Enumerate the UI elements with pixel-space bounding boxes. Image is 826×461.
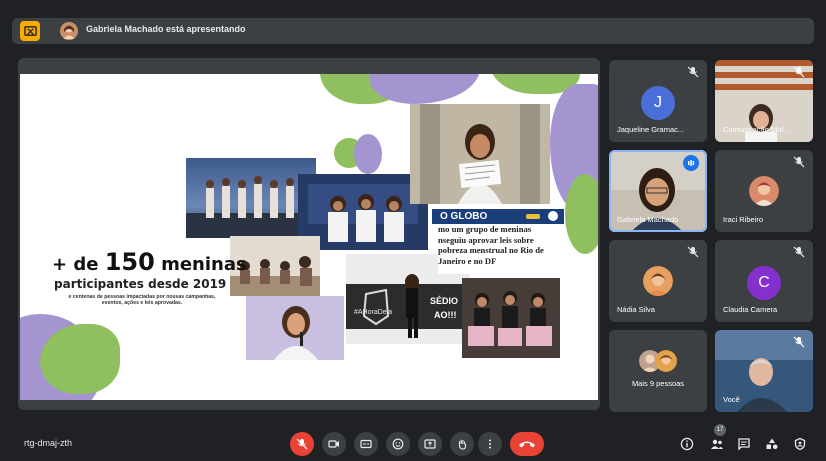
participant-tile[interactable]: C Claudia Camera <box>715 240 813 322</box>
headline-number: 150 <box>104 248 155 276</box>
activities-icon <box>766 438 778 450</box>
news-clipping-header: O GLOBO <box>432 209 564 224</box>
mic-toggle-button[interactable] <box>290 432 314 456</box>
banner-word-2: AO!!! <box>434 310 457 320</box>
photo-girls-with-boxes <box>462 278 560 358</box>
avatar <box>749 176 779 206</box>
raise-hand-button[interactable] <box>450 432 474 456</box>
mic-off-icon <box>793 66 805 78</box>
participant-tile-active-speaker[interactable]: Gabriela Machado <box>609 150 707 232</box>
presentation-banner: Gabriela Machado está apresentando <box>12 18 814 44</box>
presentation-stage: #AHoraDela SÉDIO AO!!! O GLOBO mo um grupo… <box>18 58 600 410</box>
slide-subheadline: participantes desde 2019 <box>54 277 227 291</box>
participant-tile[interactable]: Comunicação Mul... <box>715 60 813 142</box>
avatar <box>655 350 677 372</box>
captions-button[interactable] <box>354 432 378 456</box>
bottom-toolbar: rtg-dmaj-zth 17 <box>0 424 826 461</box>
people-button[interactable] <box>708 435 726 453</box>
self-view-tile[interactable]: Você <box>715 330 813 412</box>
info-icon <box>680 437 694 451</box>
present-to-all-icon[interactable] <box>20 21 40 41</box>
mic-off-icon <box>296 438 308 450</box>
presentation-slide: #AHoraDela SÉDIO AO!!! O GLOBO mo um grupo… <box>20 74 598 400</box>
present-now-button[interactable] <box>418 432 442 456</box>
news-badge <box>526 214 540 219</box>
participant-name: Iraci Ribeiro <box>723 215 764 224</box>
end-call-icon <box>519 441 535 448</box>
news-brand: O GLOBO <box>440 211 488 222</box>
photo-girl-microphone <box>246 296 344 360</box>
participant-name: Claudia Camera <box>723 305 778 314</box>
decorative-blob-purple <box>354 134 382 174</box>
mic-off-icon <box>793 336 805 348</box>
present-icon <box>424 439 436 449</box>
camera-icon <box>328 440 339 448</box>
slide-headline: + de 150 meninas <box>52 248 247 276</box>
speaking-indicator-icon <box>683 155 699 171</box>
participant-tile[interactable]: Iraci Ribeiro <box>715 150 813 232</box>
news-line: mo um grupo de meninas <box>438 224 532 234</box>
avatar <box>643 266 673 296</box>
host-controls-icon <box>794 437 806 451</box>
raise-hand-icon <box>458 439 467 450</box>
slide-small-text: e centenas de pessoas impactadas por nos… <box>68 294 216 307</box>
avatar-initial: J <box>654 94 662 111</box>
more-options-button[interactable] <box>478 432 502 456</box>
people-icon <box>711 439 723 449</box>
participant-name: Mais 9 pessoas <box>631 379 685 388</box>
avatar: J <box>641 86 675 120</box>
news-line: Janeiro e no DF <box>438 255 497 266</box>
camera-toggle-button[interactable] <box>322 432 346 456</box>
participant-name: Nádia Silva <box>617 305 655 314</box>
participant-name: Gabriela Machado <box>617 215 679 224</box>
photo-girl-with-paper <box>410 104 550 204</box>
participant-tile[interactable]: J Jaqueline Gramac... <box>609 60 707 142</box>
news-clipping-text: mo um grupo de meninas nseguiu aprovar l… <box>438 224 562 274</box>
banner-word-1: SÉDIO <box>430 296 458 306</box>
host-controls-button[interactable] <box>791 435 809 453</box>
mic-off-icon <box>793 246 805 258</box>
mic-off-icon <box>687 66 699 78</box>
participant-name: Você <box>723 395 740 404</box>
chat-icon <box>738 438 750 451</box>
participant-tile[interactable]: Nádia Silva <box>609 240 707 322</box>
news-icon <box>548 211 558 221</box>
decorative-blob-green <box>565 174 598 254</box>
reactions-button[interactable] <box>386 432 410 456</box>
participant-name: Comunicação Mul... <box>723 125 790 134</box>
emoji-icon <box>392 438 404 450</box>
presenter-status-text: Gabriela Machado está apresentando <box>86 24 246 34</box>
avatar-initial: C <box>758 274 770 291</box>
decorative-blob-green <box>40 324 120 394</box>
headline-suffix: meninas <box>154 254 247 275</box>
leave-call-button[interactable] <box>510 432 544 456</box>
meeting-details-button[interactable] <box>678 435 696 453</box>
mic-off-icon <box>687 246 699 258</box>
news-line: pobreza menstrual no Rio de <box>438 245 544 255</box>
participant-name: Jaqueline Gramac... <box>617 125 685 134</box>
news-line: nseguiu aprovar leis sobre <box>438 234 534 245</box>
captions-icon <box>360 439 372 449</box>
more-options-icon <box>489 439 491 449</box>
banner-hashtag-text: #AHoraDela <box>354 309 392 316</box>
activities-button[interactable] <box>763 435 781 453</box>
headline-prefix: + de <box>52 254 105 275</box>
meeting-code: rtg-dmaj-zth <box>24 438 73 448</box>
more-participants-tile[interactable]: Mais 9 pessoas <box>609 330 707 412</box>
chat-button[interactable] <box>735 435 753 453</box>
presenter-avatar <box>60 22 78 40</box>
avatar: C <box>747 266 781 300</box>
mic-off-icon <box>793 156 805 168</box>
photo-stage-group <box>186 158 316 238</box>
